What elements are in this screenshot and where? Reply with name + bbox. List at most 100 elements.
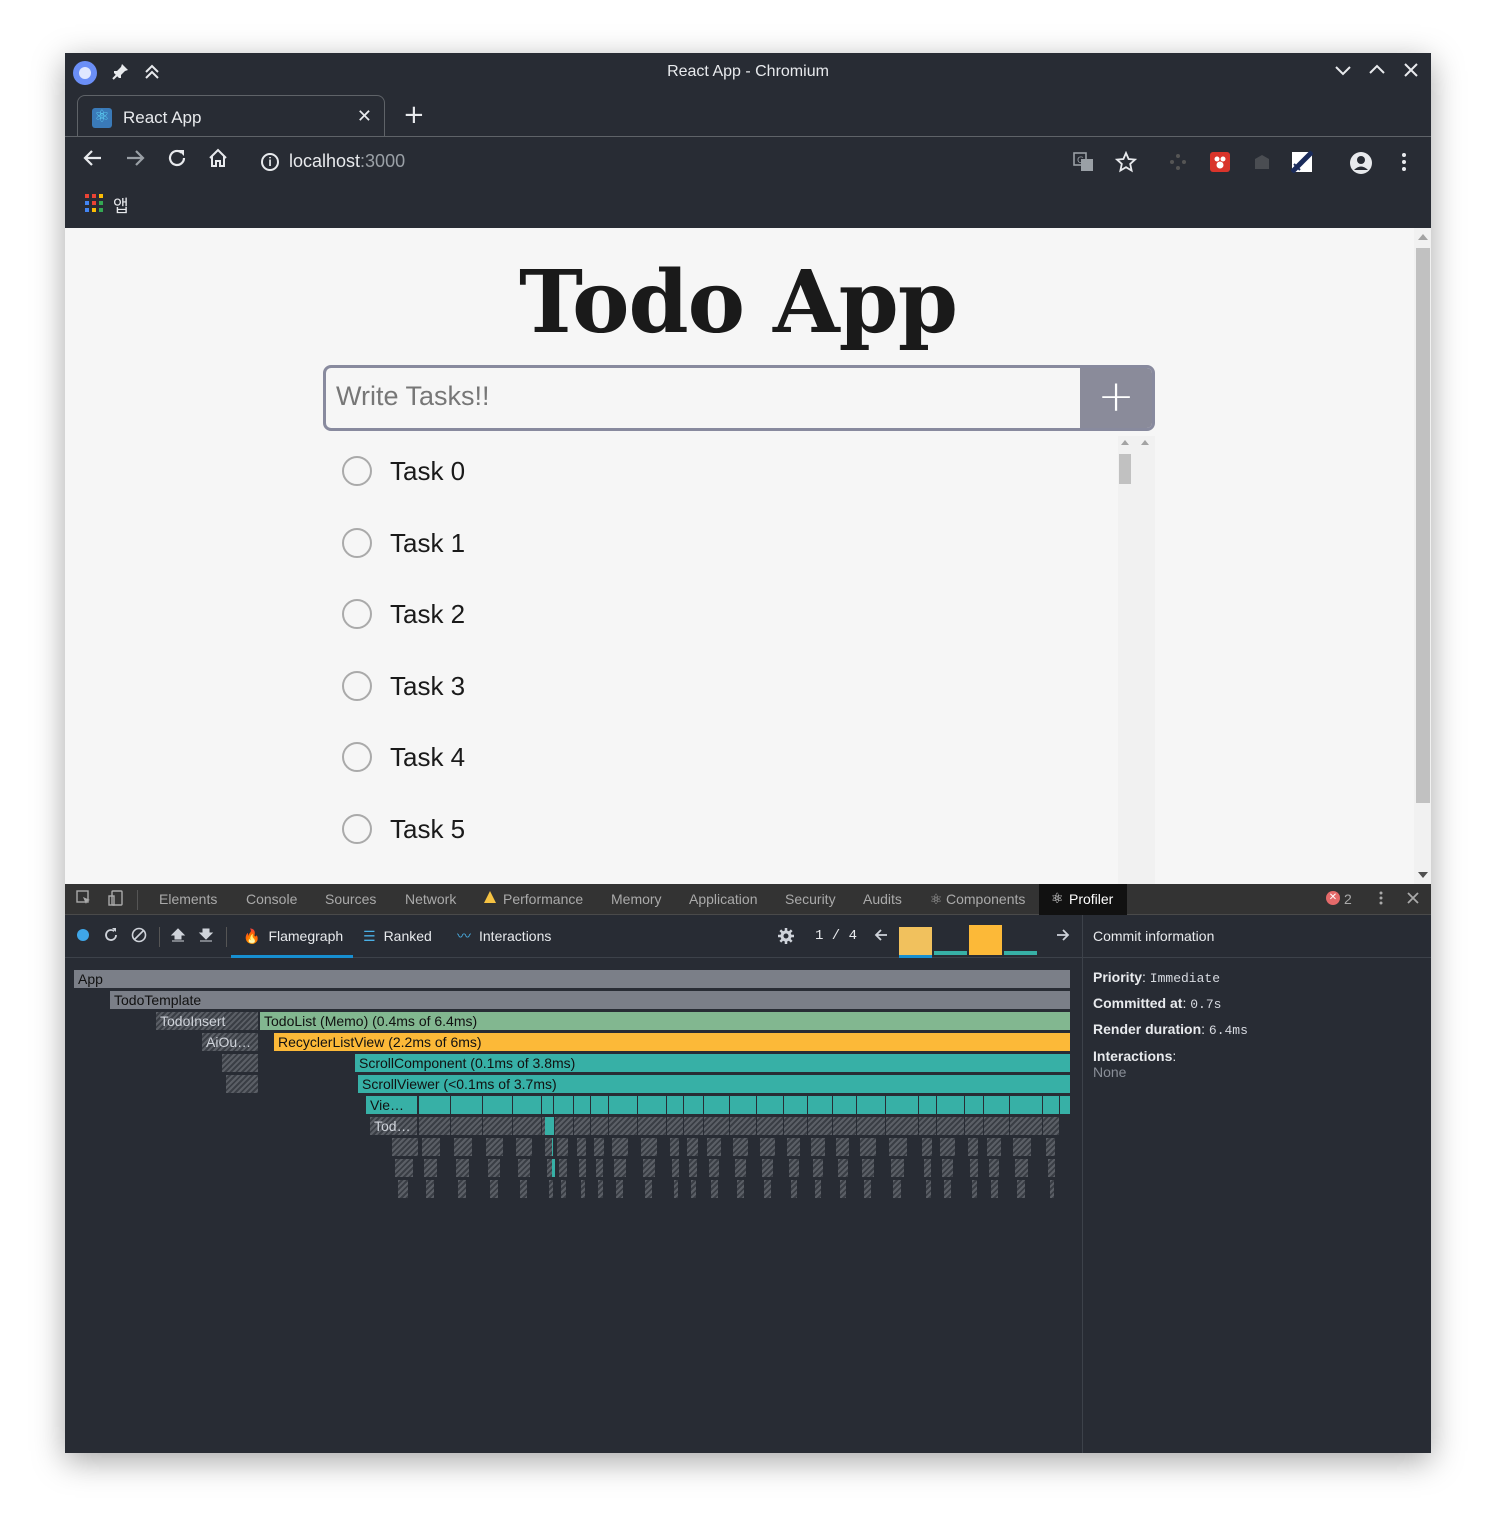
address-bar[interactable]: i localhost:3000 <box>261 147 405 175</box>
back-button[interactable] <box>79 147 107 175</box>
tab-profiler[interactable]: ⚛ Profiler <box>1039 884 1128 915</box>
tab-memory[interactable]: Memory <box>611 884 662 915</box>
flame-node-hidden[interactable] <box>709 1159 720 1177</box>
flame-node-hidden[interactable] <box>549 1180 553 1198</box>
view-flamegraph[interactable]: 🔥 Flamegraph <box>243 915 343 958</box>
reader-extension-icon[interactable] <box>1251 151 1273 173</box>
flame-node-hidden[interactable] <box>518 1159 530 1177</box>
flame-node-child-view[interactable] <box>513 1096 542 1114</box>
flame-node-hidden[interactable] <box>483 1117 513 1135</box>
flame-node-hidden[interactable] <box>926 1180 931 1198</box>
flame-node-hidden[interactable] <box>836 1138 850 1156</box>
tab-components[interactable]: Components <box>946 884 1025 915</box>
flame-node-hidden[interactable] <box>451 1117 483 1135</box>
list-item[interactable]: Task 5 <box>323 794 1113 866</box>
flame-node-hidden[interactable] <box>643 1159 655 1177</box>
tab-sources[interactable]: Sources <box>325 884 376 915</box>
flame-node-child-view[interactable] <box>984 1096 1010 1114</box>
page-scroll-thumb[interactable] <box>1416 248 1430 803</box>
flame-node-child-view[interactable] <box>704 1096 730 1114</box>
browser-tab[interactable]: React App ✕ <box>77 95 385 137</box>
flame-node-hidden[interactable] <box>862 1159 874 1177</box>
tab-elements[interactable]: Elements <box>159 884 217 915</box>
tab-security[interactable]: Security <box>785 884 836 915</box>
flame-node-hidden[interactable] <box>891 1159 905 1177</box>
flame-node-hidden[interactable] <box>860 1138 876 1156</box>
bookmark-star-icon[interactable] <box>1114 150 1138 173</box>
flame-node-child-view[interactable] <box>1043 1096 1060 1114</box>
flame-node-hidden[interactable] <box>594 1138 604 1156</box>
checkbox-circle-icon[interactable] <box>342 814 372 844</box>
flame-node-hidden[interactable] <box>840 1180 846 1198</box>
flame-node-hidden[interactable] <box>886 1117 919 1135</box>
flame-node-hidden[interactable] <box>641 1138 657 1156</box>
flame-node-hidden[interactable] <box>561 1180 566 1198</box>
flame-node-hidden[interactable] <box>893 1180 902 1198</box>
upload-icon[interactable] <box>168 927 188 947</box>
view-interactions[interactable]: 〰 Interactions <box>457 915 551 958</box>
checkbox-circle-icon[interactable] <box>342 528 372 558</box>
flame-node-hidden[interactable] <box>972 1180 977 1198</box>
device-toggle-icon[interactable] <box>107 890 125 908</box>
flame-node-hidden[interactable] <box>516 1138 532 1156</box>
flame-node-ai-outline[interactable]: AiOu… <box>202 1033 259 1051</box>
flame-node-hidden[interactable] <box>704 1117 730 1135</box>
flame-node-hidden[interactable] <box>674 1180 679 1198</box>
flame-node-hidden[interactable] <box>1050 1180 1055 1198</box>
commit-bar[interactable] <box>899 927 932 955</box>
flame-node-child-view[interactable] <box>833 1096 857 1114</box>
flame-node-hidden[interactable] <box>813 1159 823 1177</box>
flame-node-hidden[interactable] <box>581 1180 586 1198</box>
flame-node-child-view[interactable] <box>965 1096 984 1114</box>
flame-node-hidden[interactable] <box>707 1138 722 1156</box>
flame-node-hidden[interactable] <box>395 1159 413 1177</box>
flame-node-hidden[interactable] <box>942 1159 954 1177</box>
list-item[interactable]: Task 1 <box>323 508 1113 580</box>
prev-commit-icon[interactable] <box>871 927 891 947</box>
flame-node-hidden[interactable] <box>787 1138 801 1156</box>
tab-network[interactable]: Network <box>405 884 456 915</box>
flame-node-child-view[interactable] <box>554 1096 574 1114</box>
flame-node-hidden[interactable] <box>454 1138 472 1156</box>
flame-node-hidden[interactable] <box>577 1138 587 1156</box>
error-count[interactable]: 2 <box>1344 884 1352 915</box>
scroll-up-arrow-icon[interactable] <box>1121 440 1129 445</box>
flame-node-hidden[interactable] <box>392 1138 418 1156</box>
flame-node-hidden[interactable] <box>970 1159 978 1177</box>
flame-node-hidden[interactable] <box>784 1117 808 1135</box>
flame-node-hidden[interactable] <box>968 1138 979 1156</box>
flame-node-hidden[interactable] <box>924 1159 932 1177</box>
info-icon[interactable]: i <box>261 153 279 172</box>
flame-node-scroll-component[interactable]: ScrollComponent (0.1ms of 3.8ms) <box>355 1054 1071 1072</box>
commit-bar[interactable] <box>969 925 1002 955</box>
download-icon[interactable] <box>196 927 216 947</box>
flame-node-hidden[interactable] <box>687 1138 698 1156</box>
task-input[interactable]: Write Tasks!! <box>336 381 490 412</box>
flame-node-hidden[interactable] <box>857 1117 886 1135</box>
tab-audits[interactable]: Audits <box>863 884 902 915</box>
flame-node-child-view[interactable] <box>784 1096 808 1114</box>
list-item[interactable]: Task 2 <box>323 579 1113 651</box>
flame-node-hidden[interactable] <box>419 1117 451 1135</box>
flame-node-hidden[interactable] <box>762 1159 773 1177</box>
scroll-up-arrow-icon[interactable] <box>1141 440 1149 445</box>
flame-node-hidden[interactable] <box>490 1180 498 1198</box>
flame-node-hidden[interactable] <box>889 1138 908 1156</box>
flame-node-hidden[interactable] <box>757 1117 784 1135</box>
forward-button[interactable] <box>121 147 149 175</box>
flame-node-hidden[interactable] <box>684 1117 704 1135</box>
flame-node-hidden[interactable] <box>1046 1138 1056 1156</box>
reload-profile-icon[interactable] <box>101 927 121 947</box>
flame-node-hidden[interactable] <box>808 1117 833 1135</box>
flame-node-hidden[interactable] <box>579 1159 586 1177</box>
flame-node-hidden[interactable] <box>711 1180 718 1198</box>
home-button[interactable] <box>204 147 232 175</box>
flame-node-hidden[interactable] <box>458 1180 466 1198</box>
next-commit-icon[interactable] <box>1053 927 1073 947</box>
flame-node-hidden[interactable] <box>670 1138 680 1156</box>
minimize-button[interactable] <box>1331 61 1355 85</box>
flame-node-hidden[interactable] <box>554 1117 574 1135</box>
scroll-up-arrow-icon[interactable] <box>1418 234 1428 240</box>
list-item[interactable]: Task 3 <box>323 651 1113 723</box>
flame-node-child-view[interactable] <box>857 1096 886 1114</box>
